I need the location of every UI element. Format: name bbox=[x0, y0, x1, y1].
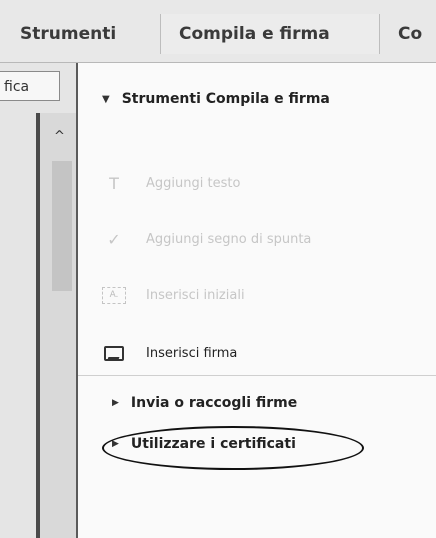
add-text-label: Aggiungi testo bbox=[146, 175, 241, 191]
fill-sign-panel: ▼ Strumenti Compila e firma T Aggiungi t… bbox=[78, 63, 436, 538]
tab-compila-e-firma[interactable]: Compila e firma bbox=[160, 14, 380, 54]
tab-truncated[interactable]: Co bbox=[380, 14, 436, 54]
panel-divider bbox=[78, 375, 436, 376]
insert-initials-item[interactable]: A. Inserisci iniziali bbox=[102, 285, 245, 305]
tab-bar: Strumenti Compila e firma Co bbox=[0, 0, 436, 63]
checkmark-icon: ✓ bbox=[107, 229, 121, 249]
insert-signature-item[interactable]: Inserisci firma bbox=[102, 343, 237, 363]
section-title: Strumenti Compila e firma bbox=[121, 91, 330, 107]
left-toolbar-button[interactable]: fica bbox=[0, 71, 60, 101]
insert-signature-label: Inserisci firma bbox=[146, 345, 238, 361]
section-header[interactable]: ▼ Strumenti Compila e firma bbox=[102, 91, 330, 107]
expand-triangle-icon: ▶ bbox=[112, 398, 119, 408]
add-checkmark-item[interactable]: ✓ Aggiungi segno di spunta bbox=[102, 229, 311, 249]
collapse-triangle-icon: ▼ bbox=[102, 93, 110, 105]
text-icon: T bbox=[109, 173, 119, 193]
insert-initials-label: Inserisci iniziali bbox=[146, 287, 245, 303]
subsection-send-collect-label: Invia o raccogli firme bbox=[130, 395, 298, 411]
subsection-send-collect[interactable]: ▶ Invia o raccogli firme bbox=[112, 395, 297, 411]
scroll-up-icon[interactable]: ^ bbox=[54, 129, 65, 144]
signature-icon bbox=[102, 343, 126, 363]
highlight-oval bbox=[102, 426, 364, 470]
left-sidebar: fica ^ bbox=[0, 63, 78, 538]
initials-icon: A. bbox=[102, 285, 126, 305]
add-checkmark-label: Aggiungi segno di spunta bbox=[146, 231, 312, 247]
tab-strumenti[interactable]: Strumenti bbox=[20, 14, 160, 54]
scrollbar-thumb[interactable] bbox=[52, 161, 72, 291]
add-text-item[interactable]: T Aggiungi testo bbox=[102, 173, 240, 193]
